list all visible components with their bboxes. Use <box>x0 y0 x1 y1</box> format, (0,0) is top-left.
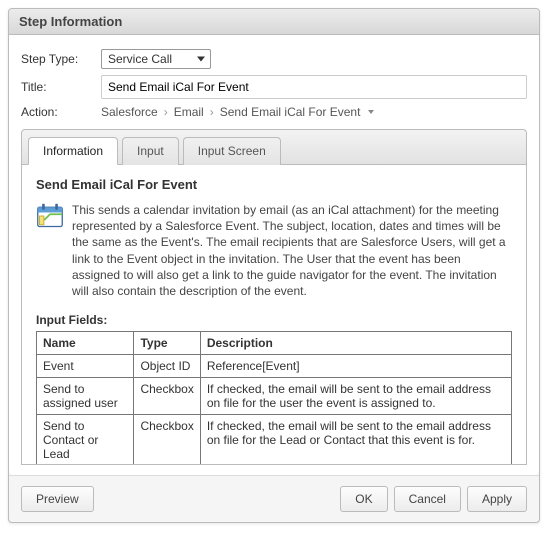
col-name: Name <box>37 332 134 355</box>
panel-body: Step Type: Service Call Title: Action: S… <box>9 35 539 475</box>
cell-type: Checkbox <box>134 415 200 465</box>
cell-description: Reference[Event] <box>200 355 511 378</box>
table-header-row: Name Type Description <box>37 332 512 355</box>
input-fields-label: Input Fields: <box>36 313 512 327</box>
cell-name: Send to assigned user <box>37 378 134 415</box>
cell-type: Object ID <box>134 355 200 378</box>
breadcrumb-separator-icon: › <box>210 105 214 119</box>
table-row: Send to assigned user Checkbox If checke… <box>37 378 512 415</box>
breadcrumb-part: Email <box>174 105 204 119</box>
breadcrumb-part: Send Email iCal For Event <box>220 105 361 119</box>
cell-name: Send to Contact or Lead <box>37 415 134 465</box>
step-type-value: Service Call <box>108 52 172 66</box>
cell-type: Checkbox <box>134 378 200 415</box>
title-input[interactable] <box>101 75 527 99</box>
cell-description: If checked, the email will be sent to th… <box>200 415 511 465</box>
tab-information[interactable]: Information <box>28 137 118 165</box>
tab-label: Input Screen <box>198 144 266 158</box>
calendar-icon <box>36 202 64 230</box>
cell-name: Event <box>37 355 134 378</box>
dropdown-icon <box>368 110 374 114</box>
title-label: Title: <box>21 80 101 94</box>
tab-label: Input <box>137 144 164 158</box>
col-type: Type <box>134 332 200 355</box>
action-label: Action: <box>21 105 101 119</box>
breadcrumb-separator-icon: › <box>164 105 168 119</box>
ok-button[interactable]: OK <box>340 486 387 512</box>
step-type-label: Step Type: <box>21 52 101 66</box>
cell-description: If checked, the email will be sent to th… <box>200 378 511 415</box>
panel-title: Step Information <box>9 9 539 35</box>
tab-input[interactable]: Input <box>122 137 179 165</box>
tabstrip: Information Input Input Screen <box>21 129 527 165</box>
title-row: Title: <box>21 75 527 99</box>
preview-button[interactable]: Preview <box>21 486 94 512</box>
step-information-panel: Step Information Step Type: Service Call… <box>8 8 540 523</box>
col-description: Description <box>200 332 511 355</box>
action-row: Action: Salesforce › Email › Send Email … <box>21 105 527 119</box>
description-row: This sends a calendar invitation by emai… <box>36 202 512 299</box>
tab-content: Send Email iCal For Event This sends a c… <box>21 165 527 465</box>
footer: Preview OK Cancel Apply <box>9 475 539 522</box>
table-row: Send to Contact or Lead Checkbox If chec… <box>37 415 512 465</box>
tab-input-screen[interactable]: Input Screen <box>183 137 281 165</box>
action-breadcrumb[interactable]: Salesforce › Email › Send Email iCal For… <box>101 105 527 119</box>
cancel-button[interactable]: Cancel <box>394 486 461 512</box>
chevron-down-icon <box>197 57 205 62</box>
step-type-row: Step Type: Service Call <box>21 49 527 69</box>
breadcrumb-part: Salesforce <box>101 105 158 119</box>
info-description: This sends a calendar invitation by emai… <box>72 202 512 299</box>
table-row: Event Object ID Reference[Event] <box>37 355 512 378</box>
footer-button-group: OK Cancel Apply <box>340 486 527 512</box>
step-type-select[interactable]: Service Call <box>101 49 211 69</box>
apply-button[interactable]: Apply <box>467 486 527 512</box>
info-heading: Send Email iCal For Event <box>36 177 512 192</box>
tab-label: Information <box>43 144 103 158</box>
input-fields-table: Name Type Description Event Object ID Re… <box>36 331 512 465</box>
